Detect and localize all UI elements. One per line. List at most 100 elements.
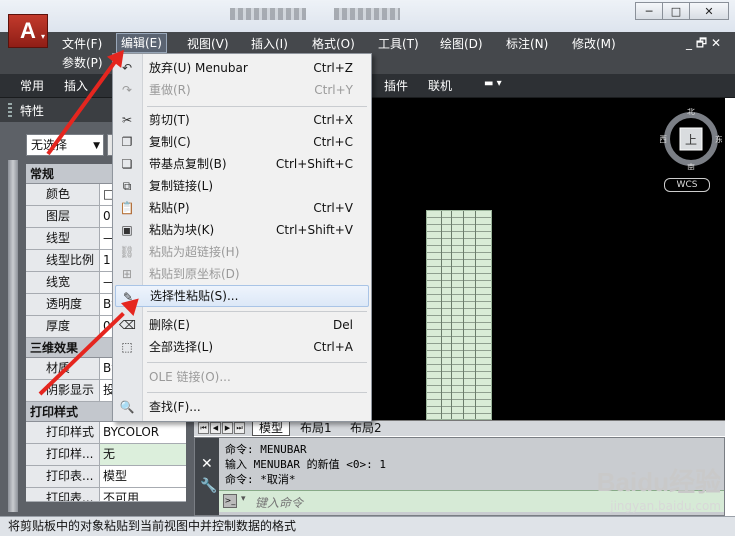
menu-item-paste-hyperlink[interactable]: ⛓ 粘贴为超链接(H) [115,241,369,263]
tab-home[interactable]: 常用 [20,77,44,94]
wrench-icon[interactable]: 🔧 [200,478,217,494]
menu-item-paste-special[interactable]: ✎ 选择性粘贴(S)... [115,285,369,307]
table-column-line [463,211,464,419]
tab-layout1[interactable]: 布局1 [294,421,338,436]
viewcube-face-label: 上 [685,133,697,147]
last-tab-icon[interactable]: ⏭ [234,422,245,434]
property-value: 模型 [103,469,128,483]
close-icon[interactable]: ✕ [201,456,213,472]
property-row[interactable]: 打印表... 模型 [26,466,186,488]
menu-draw[interactable]: 绘图(D) [436,34,487,54]
chevron-down-icon[interactable]: ▾ [241,494,246,504]
section-label: 打印样式 [30,405,79,419]
menu-item-label: OLE 链接(O)... [149,370,231,384]
title-bar: ─ □ ✕ [0,0,735,32]
minimize-button[interactable]: ─ [635,2,663,20]
palette-side-strip[interactable] [8,160,18,512]
menu-separator [147,362,367,363]
property-value: BYCOLOR [103,425,160,439]
chevron-down-icon: ▼ [93,141,100,151]
maximize-button[interactable]: □ [662,2,690,20]
menu-view[interactable]: 视图(V) [183,34,233,54]
menu-item-label: 查找(F)... [149,400,201,414]
application-menu-button[interactable]: A ▾ [8,14,48,48]
grip-icon[interactable] [8,103,12,117]
wcs-menu[interactable]: WCS [664,178,710,192]
prev-tab-icon[interactable]: ◀ [210,422,221,434]
find-icon: 🔍 [119,400,135,414]
menu-item-label: 复制链接(L) [149,179,214,193]
compass-north[interactable]: 北 [687,108,695,116]
menu-item-label: 粘贴到原坐标(D) [149,267,240,281]
menu-separator [147,106,367,107]
menu-item-delete[interactable]: ⌫ 删除(E) Del [115,314,369,336]
tab-plugins[interactable]: 插件 [384,77,408,94]
menu-item-cut[interactable]: ✂ 剪切(T) Ctrl+X [115,109,369,131]
property-row[interactable]: 打印表... 不可用 [26,488,186,502]
menu-item-redo[interactable]: ↷ 重做(R) Ctrl+Y [115,79,369,101]
menu-item-label: 带基点复制(B) [149,157,227,171]
menu-file[interactable]: 文件(F) [58,34,106,54]
section-label: 三维效果 [30,341,79,355]
command-line: 输入 MENUBAR 的新值 <0>: 1 [225,458,386,471]
close-button[interactable]: ✕ [689,2,729,20]
property-key: 图层 [26,206,100,227]
tab-layout2[interactable]: 布局2 [344,421,388,436]
autocad-logo-icon: A [20,18,36,43]
status-text: 将剪贴板中的对象粘贴到当前视图中并控制数据的格式 [8,519,297,533]
compass-south[interactable]: 南 [687,162,695,170]
menu-item-copy-base[interactable]: ❏ 带基点复制(B) Ctrl+Shift+C [115,153,369,175]
scissors-icon: ✂ [121,113,133,127]
menu-dimension[interactable]: 标注(N) [502,34,552,54]
viewcube[interactable]: 上 北 南 西 东 [660,108,722,170]
palette-title: 特性 [20,104,45,118]
menu-item-undo[interactable]: ↶ 放弃(U) Menubar Ctrl+Z [115,57,369,79]
menu-insert[interactable]: 插入(I) [247,34,292,54]
first-tab-icon[interactable]: ⏮ [198,422,209,434]
command-line: 命令: MENUBAR [225,443,307,456]
object-type-select[interactable]: 无选择 ▼ [26,134,104,156]
compass-west[interactable]: 西 [660,135,667,144]
property-row[interactable]: 打印样式 BYCOLOR [26,422,186,444]
mdi-controls[interactable]: _ 🗗 ✕ [686,34,721,55]
menu-item-find[interactable]: 🔍 查找(F)... [115,396,369,418]
hyperlink-icon: ⛓ [119,245,135,259]
menu-item-paste[interactable]: 📋 粘贴(P) Ctrl+V [115,197,369,219]
menu-item-ole-links[interactable]: OLE 链接(O)... [115,366,369,388]
menu-item-copy-link[interactable]: ⧉ 复制链接(L) [115,175,369,197]
menu-format[interactable]: 格式(O) [308,34,359,54]
menu-item-label: 删除(E) [149,318,190,332]
property-key: 打印表... [26,488,100,501]
property-key: 颜色 [26,184,100,205]
property-value: 无 [100,444,186,465]
menu-item-label: 粘贴为超链接(H) [149,245,240,259]
menu-item-select-all[interactable]: ⬚ 全部选择(L) Ctrl+A [115,336,369,358]
select-all-icon: ⬚ [121,340,133,354]
drawing-table-object[interactable] [426,210,492,420]
menu-item-label: 选择性粘贴(S)... [150,289,239,303]
property-key: 透明度 [26,294,100,315]
ribbon-options-icon[interactable]: ▬ ▾ [484,78,502,89]
menu-modify[interactable]: 修改(M) [568,34,620,54]
menu-item-shortcut: Ctrl+Z [313,61,353,75]
tab-online[interactable]: 联机 [428,77,452,94]
next-tab-icon[interactable]: ▶ [222,422,233,434]
command-prompt-icon[interactable]: >_ [223,494,237,508]
menu-item-paste-orig[interactable]: ⊞ 粘贴到原坐标(D) [115,263,369,285]
tab-model[interactable]: 模型 [252,421,291,436]
menu-item-copy[interactable]: ❐ 复制(C) Ctrl+C [115,131,369,153]
menu-item-shortcut: Ctrl+X [313,113,353,127]
tab-insert[interactable]: 插入 [64,77,88,94]
menu-tools[interactable]: 工具(T) [374,34,423,54]
compass-east[interactable]: 东 [715,134,722,144]
copy-link-icon: ⧉ [122,179,132,193]
property-key: 阴影显示 [26,380,100,401]
property-row[interactable]: 打印样... 无 [26,444,186,466]
command-window-handle[interactable]: ✕ 🔧 [195,438,219,515]
menu-item-paste-block[interactable]: ▣ 粘贴为块(K) Ctrl+Shift+V [115,219,369,241]
menu-parametric[interactable]: 参数(P) [58,53,107,73]
chevron-down-icon: ▾ [40,32,45,41]
eraser-icon: ⌫ [119,318,136,332]
watermark-url: jingyan.baidu.com [610,499,721,513]
menu-item-shortcut: Ctrl+Shift+C [275,157,353,171]
